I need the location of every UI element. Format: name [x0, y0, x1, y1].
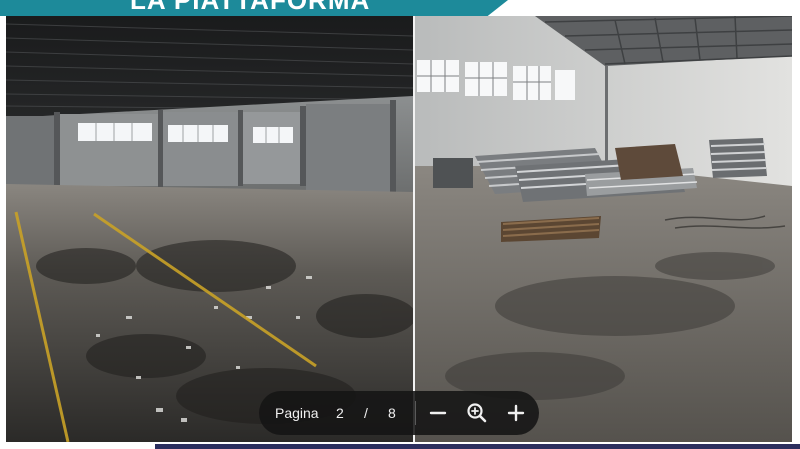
- slide-footer-bar: [155, 444, 800, 449]
- slide-title: LA PIATTAFORMA: [130, 0, 371, 15]
- current-page-input[interactable]: 2: [336, 405, 344, 421]
- slide-title-banner: LA PIATTAFORMA: [0, 0, 508, 16]
- page-viewer-toolbar: Pagina 2 / 8: [259, 391, 539, 435]
- magnifier-plus-icon: [467, 403, 487, 423]
- slide: LA PIATTAFORMA Pagina 2 / 8: [0, 0, 800, 449]
- warehouse-photo-left: [6, 16, 413, 442]
- plus-icon: [507, 404, 525, 422]
- warehouse-photo-right: [415, 16, 792, 442]
- zoom-reset-button[interactable]: [463, 399, 491, 427]
- minus-icon: [429, 411, 447, 415]
- zoom-out-button[interactable]: [424, 399, 452, 427]
- zoom-in-button[interactable]: [502, 399, 530, 427]
- page-separator: /: [364, 405, 368, 421]
- total-pages: 8: [388, 405, 396, 421]
- page-label: Pagina: [275, 405, 319, 421]
- toolbar-divider: [415, 401, 416, 425]
